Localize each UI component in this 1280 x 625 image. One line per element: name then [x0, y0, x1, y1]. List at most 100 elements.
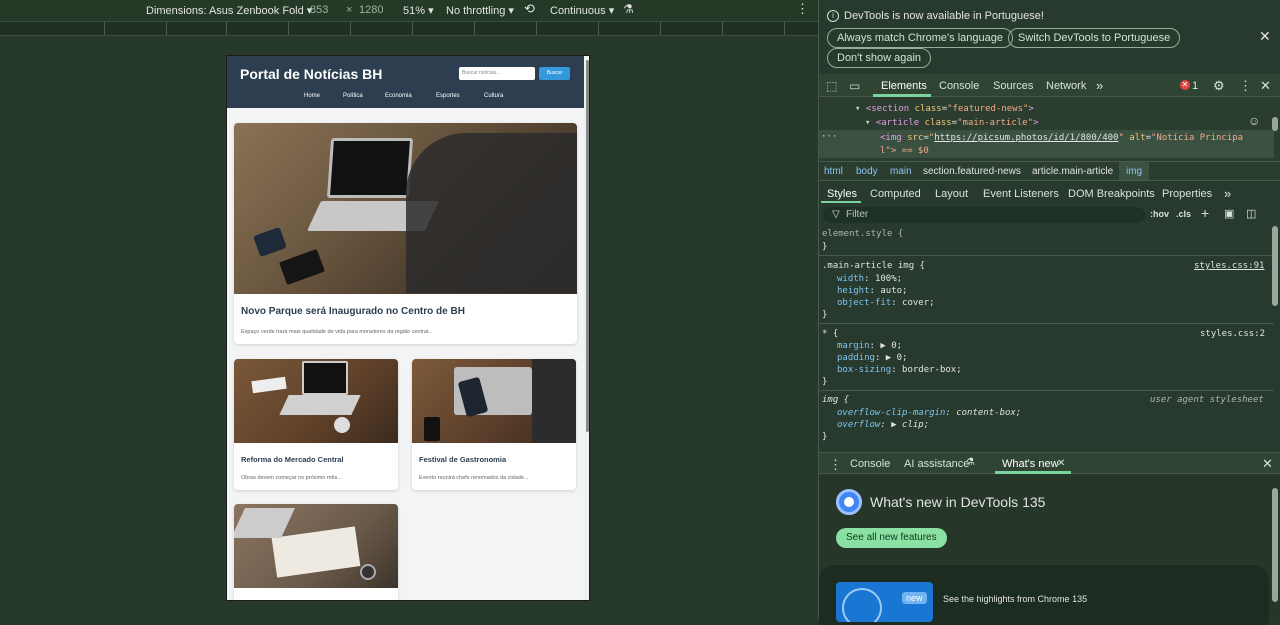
sidebar-toggle-icon[interactable]: ◫ — [1246, 207, 1256, 220]
nav-economia[interactable]: Economia — [385, 93, 412, 99]
device-select[interactable]: Dimensions: Asus Zenbook Fold ▾ — [146, 4, 312, 17]
flask-icon[interactable]: ⚗ — [623, 2, 634, 16]
rule1-prop-width: width: 100%; — [837, 274, 903, 284]
nav-home[interactable]: Home — [304, 93, 320, 99]
more-style-tabs-icon[interactable]: » — [1224, 186, 1231, 201]
more-options-icon[interactable]: ⋮ — [1239, 78, 1252, 94]
breadcrumb-article[interactable]: article.main-article — [1032, 166, 1113, 177]
tab-layout[interactable]: Layout — [935, 188, 968, 200]
new-rule-icon[interactable]: + — [1201, 205, 1209, 221]
drawer-active-indicator — [995, 471, 1071, 474]
highlights-thumbnail[interactable]: new — [836, 582, 933, 622]
rule3-selector[interactable]: img { — [822, 395, 849, 405]
hov-toggle[interactable]: :hov — [1150, 209, 1169, 219]
close-whats-new-icon[interactable]: ✕ — [1057, 458, 1065, 469]
zoom-label: 51% — [403, 5, 426, 17]
tab-sources[interactable]: Sources — [993, 80, 1033, 92]
close-devtools-icon[interactable]: ✕ — [1260, 78, 1271, 94]
site-title: Portal de Notícias BH — [240, 66, 383, 82]
article-title: Reforma do Mercado Central — [241, 455, 344, 464]
error-icon[interactable]: ✕ — [1180, 80, 1190, 90]
breadcrumb-section[interactable]: section.featured-news — [923, 166, 1021, 177]
dom-line-img-end: l"> == $0 — [880, 146, 929, 156]
rule-close: } — [822, 310, 828, 320]
rule3-prop-overflow-clip-margin: overflow-clip-margin: content-box; — [837, 408, 1022, 418]
tab-computed[interactable]: Computed — [870, 188, 921, 200]
filter-input[interactable] — [823, 207, 1145, 223]
rule2-source-link[interactable]: styles.css:2 — [1200, 329, 1265, 339]
dom-line-section[interactable]: ▾ <section class="featured-news"> — [855, 104, 1034, 114]
ruler — [0, 21, 818, 36]
search-button[interactable]: Buscar — [539, 67, 570, 80]
tab-network[interactable]: Network — [1046, 80, 1086, 92]
article-card[interactable]: Reforma do Mercado Central Obras devem c… — [234, 359, 398, 490]
flask-icon: ⚗ — [966, 457, 975, 468]
zoom-select[interactable]: 51% ▾ — [403, 4, 434, 17]
drawer-scrollbar[interactable] — [1272, 488, 1278, 602]
chrome-logo-icon — [836, 489, 862, 515]
paint-icon[interactable]: ▣ — [1224, 207, 1234, 220]
height-input[interactable]: 1280 — [359, 4, 383, 16]
width-input[interactable]: 853 — [310, 4, 328, 16]
match-language-button[interactable]: Always match Chrome's language — [827, 28, 1013, 48]
close-banner-icon[interactable]: ✕ — [1259, 28, 1271, 45]
settings-icon[interactable]: ⚙ — [1213, 78, 1225, 94]
breadcrumb-main[interactable]: main — [890, 166, 912, 177]
dom-scrollbar[interactable] — [1272, 117, 1278, 131]
switch-language-button[interactable]: Switch DevTools to Portuguese — [1008, 28, 1181, 48]
drawer-tab-console[interactable]: Console — [850, 458, 890, 470]
rotate-icon[interactable]: ⟲ — [524, 1, 535, 17]
tab-elements[interactable]: Elements — [881, 80, 927, 92]
more-options-icon[interactable]: ⋮ — [796, 1, 809, 17]
cls-toggle[interactable]: .cls — [1176, 209, 1191, 219]
rule1-source-link[interactable]: styles.css:91 — [1194, 261, 1264, 271]
tab-console[interactable]: Console — [939, 80, 979, 92]
see-all-features-button[interactable]: See all new features — [836, 528, 947, 548]
emulated-page: Portal de Notícias BH Buscar notícias...… — [226, 55, 590, 601]
styles-tab-indicator — [821, 201, 861, 203]
tab-styles[interactable]: Styles — [827, 188, 857, 200]
rule2-selector[interactable]: * { — [822, 329, 838, 339]
page-scrollbar-thumb[interactable] — [586, 60, 589, 432]
device-label: Dimensions: Asus Zenbook Fold — [146, 5, 304, 17]
drawer-tab-ai-assistance[interactable]: AI assistance — [904, 458, 969, 470]
nav-cultura[interactable]: Cultura — [484, 93, 503, 99]
article-card[interactable]: Festival de Gastronomia Evento reunirá c… — [412, 359, 576, 490]
dom-line-img[interactable]: <img src="https://picsum.photos/id/1/800… — [880, 133, 1243, 143]
info-icon: i — [827, 10, 839, 22]
article-image — [234, 359, 398, 443]
main-article-title: Novo Parque será Inaugurado no Centro de… — [241, 306, 465, 317]
dom-line-article[interactable]: ▾ <article class="main-article"> — [865, 118, 1038, 128]
dont-show-again-button[interactable]: Don't show again — [827, 48, 932, 68]
throttling-label: No throttling — [446, 5, 506, 17]
more-tabs-icon[interactable]: » — [1096, 78, 1103, 93]
tab-dom-breakpoints[interactable]: DOM Breakpoints — [1068, 188, 1155, 200]
close-drawer-icon[interactable]: ✕ — [1262, 456, 1273, 472]
article-card[interactable] — [234, 504, 398, 600]
breadcrumb-img[interactable]: img — [1126, 166, 1142, 177]
breadcrumb-body[interactable]: body — [856, 166, 878, 177]
main-article-card[interactable]: Novo Parque será Inaugurado no Centro de… — [234, 123, 577, 344]
device-toggle-icon[interactable]: ▭ — [849, 79, 860, 93]
styles-scrollbar[interactable] — [1272, 226, 1278, 306]
drawer-menu-icon[interactable]: ⋮ — [829, 457, 842, 473]
rule1-selector[interactable]: .main-article img { — [822, 261, 925, 271]
new-badge: new — [902, 592, 927, 604]
mode-select[interactable]: Continuous ▾ — [550, 4, 614, 17]
nav-politica[interactable]: Política — [343, 93, 363, 99]
tab-properties[interactable]: Properties — [1162, 188, 1212, 200]
rule2-prop-margin: margin: ▶ 0; — [837, 341, 903, 351]
drawer-tab-whats-new[interactable]: What's new — [1002, 458, 1059, 470]
nav-esportes[interactable]: Esportes — [436, 93, 460, 99]
rule3-source: user agent stylesheet — [1150, 395, 1264, 405]
search-input[interactable]: Buscar notícias... — [459, 67, 535, 80]
dom-ellipsis[interactable]: ··· — [821, 132, 837, 142]
highlights-text[interactable]: See the highlights from Chrome 135 — [943, 594, 1087, 604]
rule1-prop-object-fit: object-fit: cover; — [837, 298, 935, 308]
element-style-selector[interactable]: element.style { — [822, 229, 903, 239]
throttling-select[interactable]: No throttling ▾ — [446, 4, 514, 17]
tab-event-listeners[interactable]: Event Listeners — [983, 188, 1059, 200]
inspect-icon[interactable]: ⬚ — [826, 79, 837, 93]
accessibility-icon[interactable]: ☺ — [1248, 114, 1260, 128]
breadcrumb-html[interactable]: html — [824, 166, 843, 177]
